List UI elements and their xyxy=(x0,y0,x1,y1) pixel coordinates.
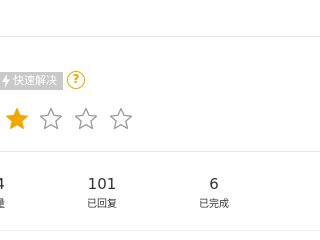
top-bar xyxy=(0,0,320,36)
bolt-icon xyxy=(2,74,10,88)
section-divider xyxy=(0,151,320,152)
top-divider xyxy=(0,36,320,37)
star-4-icon[interactable] xyxy=(109,107,133,131)
question-circle-icon[interactable]: ? xyxy=(67,71,85,89)
stat-value: 6 xyxy=(209,175,219,193)
stat-value: 4 xyxy=(0,175,10,193)
star-1-icon[interactable] xyxy=(5,107,29,131)
stat-completed: 6 已完成 xyxy=(184,175,244,212)
stat-label: 已回复 xyxy=(87,199,117,210)
stat-value: 101 xyxy=(87,175,117,193)
stat-replied: 101 已回复 xyxy=(72,175,132,212)
badge-label: 快速解决 xyxy=(13,74,57,87)
star-2-icon[interactable] xyxy=(39,107,63,131)
bottom-divider xyxy=(0,230,320,231)
stat-partial: 4 量 xyxy=(0,175,10,212)
stat-label: 已完成 xyxy=(199,199,229,210)
stat-label: 量 xyxy=(0,198,10,212)
star-3-icon[interactable] xyxy=(74,107,98,131)
quick-resolve-badge: 快速解决 xyxy=(0,72,63,90)
